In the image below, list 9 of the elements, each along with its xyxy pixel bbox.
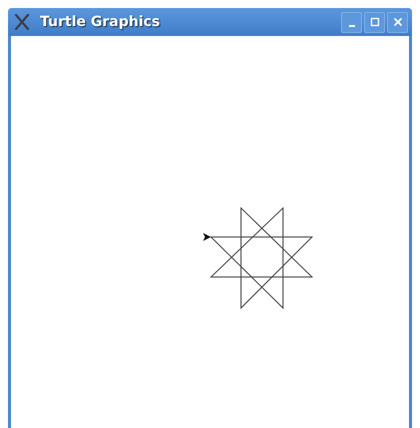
- close-icon: [392, 17, 402, 27]
- window-title: Turtle Graphics: [40, 14, 162, 30]
- close-button[interactable]: [387, 12, 408, 32]
- minimize-icon: [348, 24, 354, 26]
- maximize-button[interactable]: [364, 12, 385, 32]
- turtle-arrow-icon: [203, 233, 211, 241]
- maximize-icon: [370, 17, 380, 27]
- minimize-button[interactable]: [341, 12, 362, 32]
- crossed-sticks-icon: [14, 14, 30, 30]
